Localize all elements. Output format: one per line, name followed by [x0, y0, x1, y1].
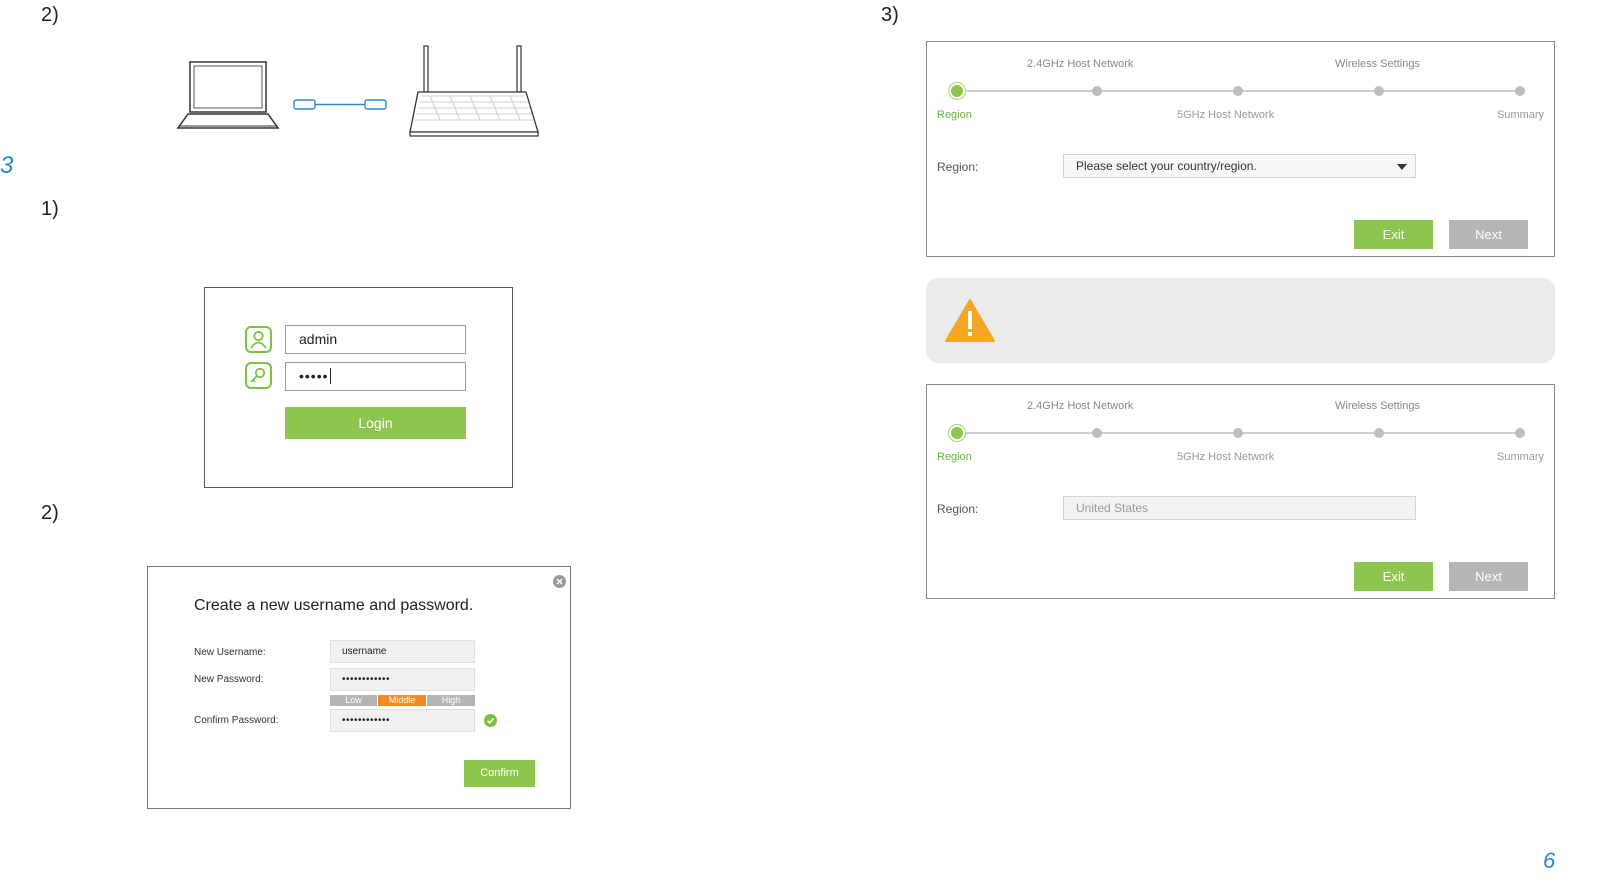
- step-dot: [1233, 86, 1243, 96]
- new-username-input[interactable]: username: [330, 640, 475, 663]
- region-label: Region:: [937, 160, 979, 174]
- region-label: Region:: [937, 502, 979, 516]
- confirm-password-input[interactable]: ••••••••••••: [330, 709, 475, 732]
- step-dot: [1515, 428, 1525, 438]
- create-account-dialog: Create a new username and password. New …: [147, 566, 571, 809]
- setup-wizard-region-selected: 2.4GHz Host Network Wireless Settings Re…: [926, 384, 1555, 599]
- login-panel: admin ••••• Login: [204, 287, 513, 488]
- step-label: 1): [41, 198, 59, 220]
- page-number: 6: [1543, 848, 1556, 873]
- step-label-24ghz: 2.4GHz Host Network: [1027, 400, 1134, 412]
- password-input[interactable]: •••••: [285, 362, 466, 391]
- confirm-password-label: Confirm Password:: [194, 715, 279, 726]
- step-dot: [1092, 428, 1102, 438]
- new-password-input[interactable]: ••••••••••••: [330, 668, 475, 691]
- step-label-24ghz: 2.4GHz Host Network: [1027, 58, 1134, 70]
- step-label-region: Region: [937, 451, 972, 463]
- dialog-title: Create a new username and password.: [194, 597, 474, 614]
- next-button[interactable]: Next: [1449, 562, 1528, 591]
- user-icon: [245, 326, 272, 353]
- step-dot: [1374, 428, 1384, 438]
- region-select[interactable]: United States: [1063, 496, 1416, 520]
- step-dot-active: [951, 427, 963, 439]
- step-dot: [1515, 86, 1525, 96]
- key-icon: [245, 362, 272, 389]
- password-mask: •••••: [299, 368, 329, 384]
- close-icon[interactable]: [553, 575, 566, 588]
- login-button[interactable]: Login: [285, 407, 466, 439]
- strength-middle: Middle: [378, 695, 426, 706]
- check-icon: [484, 714, 497, 727]
- router-icon: [409, 45, 539, 137]
- new-username-label: New Username:: [194, 647, 266, 658]
- step-label-wireless: Wireless Settings: [1335, 58, 1420, 70]
- step-label-wireless: Wireless Settings: [1335, 400, 1420, 412]
- connection-illustration: [176, 45, 539, 137]
- step-label-region: Region: [937, 109, 972, 121]
- next-button[interactable]: Next: [1449, 220, 1528, 249]
- step-dot: [1092, 86, 1102, 96]
- text-cursor: [329, 368, 331, 384]
- username-input[interactable]: admin: [285, 325, 466, 354]
- warning-note: [926, 278, 1555, 363]
- step-label-summary: Summary: [1497, 109, 1545, 121]
- step-label-summary: Summary: [1497, 451, 1545, 463]
- step-dot: [1374, 86, 1384, 96]
- setup-wizard-region-empty: 2.4GHz Host Network Wireless Settings Re…: [926, 41, 1555, 257]
- step-label: 3): [881, 4, 899, 26]
- ethernet-cable-icon: [293, 99, 387, 110]
- strength-low: Low: [330, 695, 377, 706]
- region-select-value: Please select your country/region.: [1076, 159, 1257, 173]
- step-label-5ghz: 5GHz Host Network: [1177, 109, 1275, 121]
- new-password-label: New Password:: [194, 674, 264, 685]
- laptop-icon: [176, 61, 280, 129]
- exit-button[interactable]: Exit: [1354, 562, 1433, 591]
- confirm-button[interactable]: Confirm: [464, 760, 535, 787]
- dropdown-arrow-icon[interactable]: [1397, 164, 1407, 170]
- step-label: 2): [41, 502, 59, 524]
- step-dot: [1233, 428, 1243, 438]
- step-dot-active: [951, 85, 963, 97]
- step-label: 2): [41, 4, 59, 26]
- step-label-5ghz: 5GHz Host Network: [1177, 451, 1275, 463]
- section-number: 3: [0, 152, 14, 179]
- warning-triangle-icon: [945, 299, 995, 342]
- region-select[interactable]: Please select your country/region.: [1063, 154, 1416, 178]
- strength-high: High: [427, 695, 475, 706]
- exit-button[interactable]: Exit: [1354, 220, 1433, 249]
